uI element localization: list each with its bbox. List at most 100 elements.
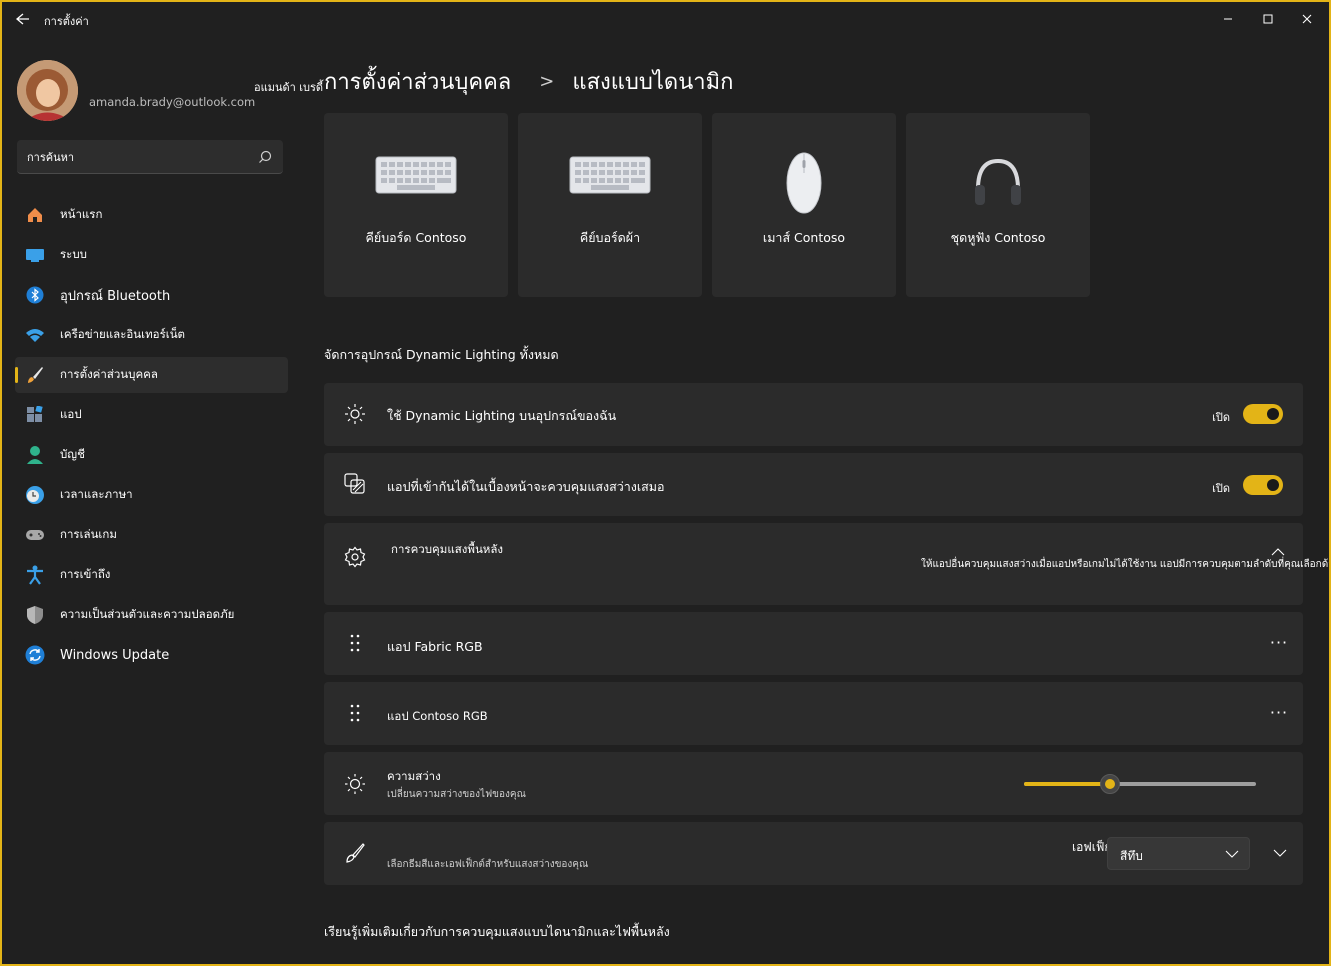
search-box [17,140,283,174]
sidebar-item-accessibility[interactable]: การเข้าถึง [15,557,288,593]
sidebar-item-system[interactable]: ระบบ [15,237,288,273]
sidebar-item-bluetooth[interactable]: อุปกรณ์ Bluetooth [15,277,288,313]
maximize-button[interactable] [1253,8,1283,30]
back-arrow-icon [15,13,29,25]
section-title: จัดการอุปกรณ์ Dynamic Lighting ทั้งหมด [324,347,559,362]
sidebar-item-privacy-security[interactable]: ความเป็นส่วนตัวและความปลอดภัย [15,597,288,633]
sidebar-item-home[interactable]: หน้าแรก [15,197,288,233]
more-options-button[interactable]: ··· [1269,635,1289,656]
setting-description: ให้แอปอื่นควบคุมแสงสว่างเมื่อแอปหรือเกมไ… [921,559,1331,570]
foreground-apps-toggle[interactable] [1243,475,1283,495]
title-bar: การตั้งค่า [2,2,1329,36]
search-icon[interactable] [257,149,273,165]
sidebar-item-accounts[interactable]: บัญชี [15,437,288,473]
bluetooth-icon [25,285,45,305]
accessibility-icon [25,565,45,585]
expand-chevron-icon[interactable] [1273,847,1287,859]
use-dynamic-lighting-toggle[interactable] [1243,404,1283,424]
device-label: เมาส์ Contoso [762,230,846,245]
brush-icon [25,365,45,385]
toggle-state-text: เปิด [1212,482,1230,495]
sidebar-item-label: Windows Update [60,647,170,663]
sidebar-nav: หน้าแรก ระบบ อุปกรณ์ Bluetooth เครือข่าย… [15,197,288,677]
drag-handle-icon[interactable] [344,702,366,724]
toggle-state-text: เปิด [1212,411,1230,424]
device-card-headset-contoso[interactable]: ชุดหูฟัง Contoso [906,113,1090,297]
sidebar-item-label: ระบบ [60,247,87,261]
sidebar-item-label: เวลาและภาษา [60,487,133,501]
device-card-keyboard-contoso[interactable]: คีย์บอร์ด Contoso [324,113,508,297]
setting-use-dynamic-lighting: ใช้ Dynamic Lighting บนอุปกรณ์ของฉัน เปิ… [324,383,1303,446]
update-icon [25,645,45,665]
more-options-button[interactable]: ··· [1269,705,1289,726]
close-button[interactable] [1292,8,1322,30]
sidebar-item-label: ความเป็นส่วนตัวและความปลอดภัย [60,607,235,621]
user-photo-icon [17,60,78,121]
device-card-mouse-contoso[interactable]: เมาส์ Contoso [712,113,896,297]
breadcrumb-parent[interactable]: การตั้งค่าส่วนบุคคล [324,64,511,99]
setting-label: ความสว่าง [387,769,441,783]
breadcrumb-separator: > [539,71,555,92]
gear-icon [344,546,366,568]
minimize-button[interactable] [1213,8,1243,30]
sidebar-item-time-language[interactable]: เวลาและภาษา [15,477,288,513]
breadcrumb: การตั้งค่าส่วนบุคคล > แสงแบบไดนามิก [324,64,733,99]
sidebar-item-label: แอป [60,407,82,421]
user-name: อแมนด้า เบรดี้ [254,81,324,94]
setting-sublabel: เปลี่ยนความสว่างของไฟของคุณ [387,789,526,800]
setting-label: การควบคุมแสงพื้นหลัง [391,542,504,556]
user-email: amanda.brady@outlook.com [89,95,256,109]
sidebar-item-apps[interactable]: แอป [15,397,288,433]
setting-sublabel: เลือกธีมสีและเอฟเฟ็กต์สำหรับแสงสว่างของค… [387,859,589,870]
sidebar-item-label: การเล่นเกม [60,527,117,541]
app-row-contoso-rgb[interactable]: แอป Contoso RGB ··· [324,682,1303,745]
sidebar-item-label: อุปกรณ์ Bluetooth [60,288,171,304]
setting-label: แอปที่เข้ากันได้ในเบื้องหน้าจะควบคุมแสงส… [387,479,665,494]
sidebar-item-windows-update[interactable]: Windows Update [15,637,288,673]
home-icon [25,205,45,225]
setting-foreground-apps: แอปที่เข้ากันได้ในเบื้องหน้าจะควบคุมแสงส… [324,453,1303,516]
search-input[interactable] [27,148,247,166]
setting-effects: เอฟเฟ็กต์ เลือกธีมสีและเอฟเฟ็กต์สำหรับแส… [324,822,1303,885]
chevron-up-icon[interactable] [1271,547,1285,557]
sidebar-item-label: เครือข่ายและอินเทอร์เน็ต [60,327,186,341]
back-button[interactable] [12,10,34,28]
settings-window: การตั้งค่า อแมนด้า เบรดี้ amanda.brady@o… [0,0,1331,966]
device-label: คีย์บอร์ด Contoso [365,230,467,245]
avatar[interactable] [17,60,78,121]
system-icon [25,245,45,265]
shield-icon [25,605,45,625]
learn-more-link[interactable]: เรียนรู้เพิ่มเติมเกี่ยวกับการควบคุมแสงแบ… [324,922,670,942]
app-label: แอป Fabric RGB [387,639,483,654]
keyboard-icon [569,156,651,194]
paintbrush-icon [344,842,366,864]
effects-dropdown[interactable]: สีทึบ [1107,837,1250,870]
sidebar-item-network[interactable]: เครือข่ายและอินเทอร์เน็ต [15,317,288,353]
sidebar-item-label: หน้าแรก [60,207,103,221]
brightness-slider[interactable] [1024,774,1256,794]
drag-handle-icon[interactable] [344,632,366,654]
setting-background-control[interactable]: การควบคุมแสงพื้นหลัง ให้แอปอื่นควบคุมแสง… [324,523,1329,605]
setting-brightness: ความสว่าง เปลี่ยนความสว่างของไฟของคุณ [324,752,1303,815]
chevron-down-icon [1225,850,1239,858]
slider-thumb[interactable] [1100,774,1120,794]
mouse-icon [786,152,822,214]
headset-icon [975,158,1021,205]
device-label: คีย์บอร์ดผ้า [579,230,641,245]
device-label: ชุดหูฟัง Contoso [950,230,1046,245]
sidebar-item-label: บัญชี [60,447,85,461]
slider-fill [1024,782,1110,786]
page-title: แสงแบบไดนามิก [572,70,734,95]
sidebar-item-label: การเข้าถึง [60,567,111,581]
sidebar-item-gaming[interactable]: การเล่นเกม [15,517,288,553]
device-card-fabric-keyboard[interactable]: คีย์บอร์ดผ้า [518,113,702,297]
app-row-fabric-rgb[interactable]: แอป Fabric RGB ··· [324,612,1303,675]
app-label: แอป Contoso RGB [387,709,488,723]
clock-globe-icon [25,485,45,505]
brightness-icon [344,773,366,795]
dropdown-selected-value: สีทึบ [1120,849,1143,863]
sidebar-item-personalization[interactable]: การตั้งค่าส่วนบุคคล [15,357,288,393]
apps-icon [25,405,45,425]
gamepad-icon [25,525,45,545]
account-icon [25,445,45,465]
